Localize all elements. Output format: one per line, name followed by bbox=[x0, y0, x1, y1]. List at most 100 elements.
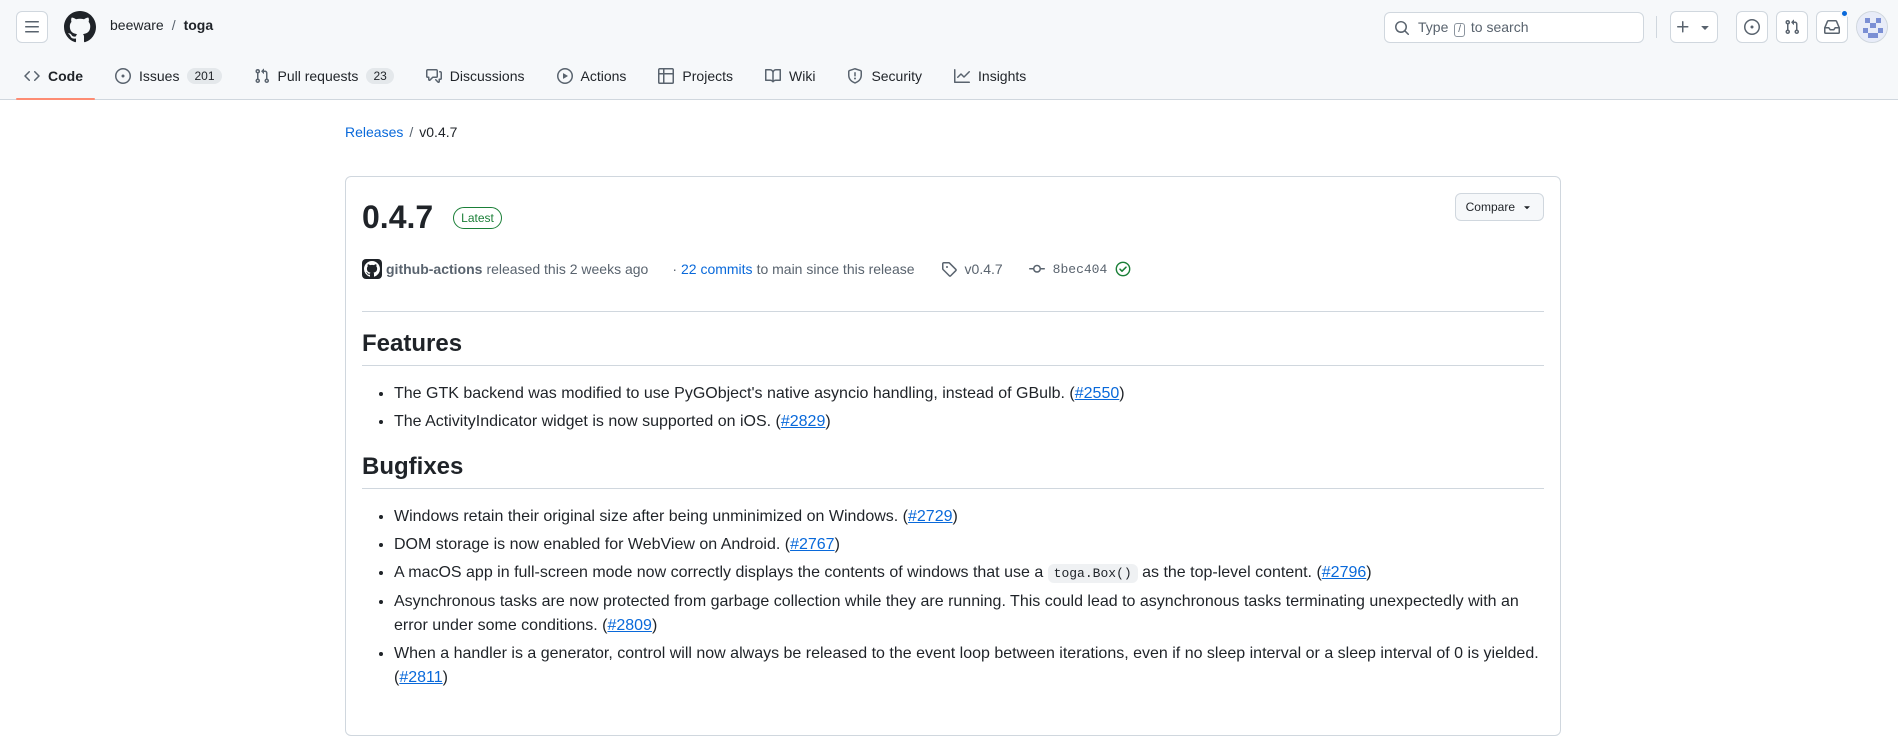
pr-link[interactable]: #2767 bbox=[790, 536, 835, 553]
tag-icon bbox=[941, 262, 957, 277]
inbox-icon bbox=[1824, 20, 1840, 34]
released-text: released this 2 weeks ago bbox=[486, 261, 649, 277]
repo-breadcrumb: beeware / toga bbox=[110, 17, 213, 33]
list-item-close: ) bbox=[1119, 385, 1125, 402]
list-item-close: ) bbox=[651, 617, 658, 634]
list-item-close: ) bbox=[825, 413, 831, 430]
repo-name-link[interactable]: toga bbox=[184, 17, 214, 33]
features-list: The GTK backend was modified to use PyGO… bbox=[362, 382, 1544, 434]
wiki-icon bbox=[765, 68, 781, 83]
pr-link[interactable]: #2796 bbox=[1322, 564, 1367, 581]
list-item-text: A macOS app in full-screen mode now corr… bbox=[394, 564, 1048, 581]
search-placeholder-suffix: to search bbox=[1470, 18, 1529, 35]
unread-indicator bbox=[1840, 9, 1849, 18]
release-title[interactable]: 0.4.7 bbox=[362, 199, 433, 236]
projects-icon bbox=[658, 68, 675, 84]
issues-count-badge: 201 bbox=[187, 68, 222, 84]
issue-opened-icon bbox=[1744, 19, 1760, 35]
tab-discussions-label: Discussions bbox=[449, 68, 525, 84]
list-item-close: ) bbox=[834, 536, 840, 553]
menu-button[interactable] bbox=[16, 11, 48, 43]
triangle-down-icon bbox=[1701, 26, 1709, 30]
search-icon bbox=[1395, 20, 1410, 35]
create-new-button[interactable] bbox=[1670, 11, 1718, 43]
author-avatar[interactable] bbox=[362, 259, 382, 279]
list-item-close: ) bbox=[1366, 564, 1372, 581]
latest-badge: Latest bbox=[453, 206, 502, 229]
list-item-close: ) bbox=[952, 508, 958, 525]
tab-code-label: Code bbox=[48, 68, 83, 84]
list-item-text: Asynchronous tasks are now protected fro… bbox=[394, 593, 1519, 634]
list-item-text: Windows retain their original size after… bbox=[394, 508, 908, 525]
repo-nav-tabs: Code Issues 201 Pull requests 23 Discuss… bbox=[16, 56, 1050, 100]
list-item-text: The ActivityIndicator widget is now supp… bbox=[394, 413, 781, 430]
commit-icon bbox=[1028, 264, 1045, 273]
compare-label: Compare bbox=[1465, 200, 1515, 214]
breadcrumb-separator: / bbox=[171, 17, 176, 33]
tab-wiki[interactable]: Wiki bbox=[757, 57, 827, 95]
tab-issues[interactable]: Issues 201 bbox=[107, 57, 234, 95]
list-item-close: ) bbox=[442, 669, 448, 686]
pull-requests-count-badge: 23 bbox=[366, 68, 394, 84]
tab-code[interactable]: Code bbox=[16, 57, 95, 100]
inline-code: toga.Box() bbox=[1047, 564, 1138, 583]
list-item: Asynchronous tasks are now protected fro… bbox=[394, 590, 1544, 638]
commits-link[interactable]: 22 commits bbox=[681, 261, 753, 277]
plus-icon bbox=[1677, 21, 1689, 33]
release-card: 0.4.7 Latest Compare github-actions rele… bbox=[345, 176, 1561, 736]
code-icon bbox=[24, 70, 40, 82]
tab-security[interactable]: Security bbox=[839, 57, 934, 95]
pr-link[interactable]: #2550 bbox=[1075, 385, 1120, 402]
search-input[interactable]: Type / to search bbox=[1384, 12, 1644, 43]
identicon-icon bbox=[1857, 12, 1887, 42]
tab-actions-label: Actions bbox=[580, 68, 627, 84]
tag-link[interactable]: v0.4.7 bbox=[965, 261, 1003, 277]
pr-link[interactable]: #2809 bbox=[607, 617, 652, 634]
github-logo-icon[interactable] bbox=[64, 11, 96, 43]
breadcrumb-separator: / bbox=[409, 124, 414, 140]
list-item-text: When a handler is a generator, control w… bbox=[394, 645, 1539, 686]
section-heading-features: Features bbox=[362, 329, 1544, 366]
releases-link[interactable]: Releases bbox=[345, 124, 403, 140]
list-item: The GTK backend was modified to use PyGO… bbox=[394, 382, 1544, 406]
section-heading-bugfixes: Bugfixes bbox=[362, 452, 1544, 489]
verified-check-icon[interactable] bbox=[1115, 261, 1131, 277]
commit-sha-link[interactable]: 8bec404 bbox=[1053, 262, 1108, 277]
tab-pull-requests[interactable]: Pull requests 23 bbox=[246, 57, 406, 95]
user-avatar[interactable] bbox=[1856, 11, 1888, 43]
search-placeholder-prefix: Type bbox=[1418, 18, 1449, 35]
pr-link[interactable]: #2829 bbox=[781, 413, 826, 430]
tab-projects[interactable]: Projects bbox=[650, 57, 745, 95]
security-icon bbox=[848, 68, 863, 84]
list-item: Windows retain their original size after… bbox=[394, 505, 1544, 529]
triangle-down-icon bbox=[1524, 206, 1530, 210]
issue-icon bbox=[115, 68, 131, 84]
tab-insights[interactable]: Insights bbox=[946, 57, 1038, 95]
list-item: When a handler is a generator, control w… bbox=[394, 642, 1544, 690]
hamburger-icon bbox=[25, 21, 39, 33]
list-item: A macOS app in full-screen mode now corr… bbox=[394, 561, 1544, 586]
list-item-text: as the top-level content. ( bbox=[1137, 564, 1322, 581]
header-divider bbox=[1656, 16, 1657, 38]
tab-pull-requests-label: Pull requests bbox=[277, 68, 359, 84]
search-shortcut-key: / bbox=[1454, 22, 1466, 37]
github-actions-icon bbox=[364, 261, 380, 277]
pull-requests-button[interactable] bbox=[1776, 11, 1808, 43]
pr-link[interactable]: #2811 bbox=[399, 669, 442, 686]
tab-actions[interactable]: Actions bbox=[549, 57, 639, 95]
tab-issues-label: Issues bbox=[139, 68, 180, 84]
search-placeholder: Type / to search bbox=[1418, 19, 1529, 37]
bugfixes-list: Windows retain their original size after… bbox=[362, 505, 1544, 690]
release-notes: Features The GTK backend was modified to… bbox=[362, 329, 1544, 708]
author-link[interactable]: github-actions bbox=[386, 261, 482, 277]
pr-link[interactable]: #2729 bbox=[908, 508, 953, 525]
release-header: 0.4.7 Latest bbox=[362, 199, 502, 236]
repo-owner-link[interactable]: beeware bbox=[110, 17, 164, 33]
list-item-text: DOM storage is now enabled for WebView o… bbox=[394, 536, 791, 553]
tab-projects-label: Projects bbox=[682, 68, 733, 84]
tab-discussions[interactable]: Discussions bbox=[418, 57, 537, 95]
issues-button[interactable] bbox=[1736, 11, 1768, 43]
list-item: The ActivityIndicator widget is now supp… bbox=[394, 410, 1544, 434]
compare-button[interactable]: Compare bbox=[1454, 193, 1544, 221]
discussions-icon bbox=[425, 69, 442, 83]
